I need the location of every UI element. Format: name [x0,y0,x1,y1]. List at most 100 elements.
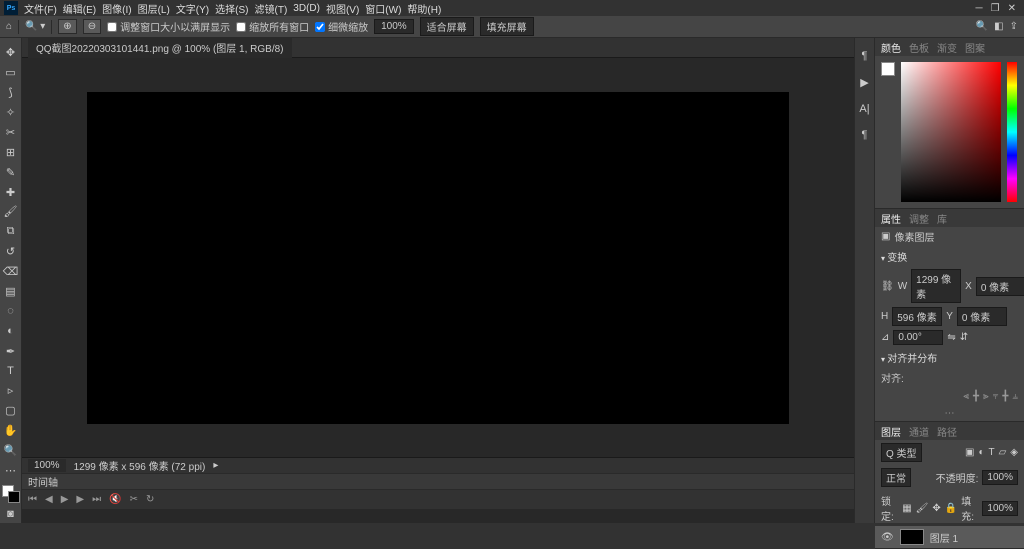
home-button[interactable]: ⌂ [6,21,12,32]
dodge-tool[interactable]: ◐ [2,322,20,340]
status-arrow-icon[interactable]: ▸ [213,460,218,471]
gradient-tool[interactable]: ▤ [2,283,20,301]
frame-tool[interactable]: ⊞ [2,143,20,161]
close-button[interactable]: ✕ [1008,3,1016,14]
canvas[interactable] [87,92,789,424]
adjust-tab[interactable]: 调整 [909,211,929,226]
color-swatches[interactable] [2,485,20,503]
search-icon[interactable]: 🔍 [976,21,988,32]
tl-last-icon[interactable]: ⏭ [92,494,101,505]
lock-all-icon[interactable]: 🔒 [945,503,957,514]
align-bottom-icon[interactable]: ⫨ [1012,391,1018,402]
tl-next-icon[interactable]: ▶ [76,494,84,505]
dock-char-icon[interactable]: A| [859,103,869,115]
tl-convert-icon[interactable]: ↻ [146,494,154,505]
lock-trans-icon[interactable]: ▦ [902,503,911,514]
opacity-field[interactable]: 100% [982,470,1018,485]
wand-tool[interactable]: ✧ [2,104,20,122]
tl-audio-icon[interactable]: 🔇 [109,494,121,505]
zoom-100-button[interactable]: 100% [374,19,414,34]
y-field[interactable]: 0 像素 [957,307,1007,326]
flip-h-icon[interactable]: ⇋ [947,332,955,343]
paths-tab[interactable]: 路径 [937,424,957,439]
align-header[interactable]: 对齐并分布 [875,347,1024,368]
crop-tool[interactable]: ✂ [2,124,20,142]
zoom-tool[interactable]: 🔍 [2,442,20,460]
history-brush-tool[interactable]: ↺ [2,243,20,261]
layers-tab[interactable]: 图层 [881,424,901,439]
menu-filter[interactable]: 滤镜(T) [255,1,288,16]
align-right-icon[interactable]: ⫸ [983,391,989,402]
tl-split-icon[interactable]: ✂ [130,494,138,505]
zoom-all-checkbox[interactable] [236,22,246,32]
tl-first-icon[interactable]: ⏮ [28,494,37,505]
menu-3d[interactable]: 3D(D) [293,3,320,14]
tl-prev-icon[interactable]: ◀ [45,494,53,505]
layer-name[interactable]: 图层 1 [930,530,958,545]
restore-button[interactable]: ❐ [991,3,1000,14]
menu-type[interactable]: 文字(Y) [176,1,209,16]
align-top-icon[interactable]: ⫧ [993,391,999,402]
layer-row[interactable]: 👁 图层 1 [875,526,1024,548]
marquee-tool[interactable]: ▭ [2,64,20,82]
more-dots[interactable]: ⋯ [875,406,1024,421]
dock-play-icon[interactable]: ▶ [860,76,868,89]
edit-toolbar[interactable]: ⋯ [2,461,20,479]
flip-v-icon[interactable]: ⇵ [960,332,968,343]
width-field[interactable]: 1299 像素 [911,269,961,303]
align-vcenter-icon[interactable]: ╋ [1002,391,1008,402]
type-tool[interactable]: T [2,362,20,380]
menu-edit[interactable]: 编辑(E) [63,1,96,16]
x-field[interactable]: 0 像素 [976,277,1024,296]
heal-tool[interactable]: ✚ [2,183,20,201]
status-zoom[interactable]: 100% [28,459,66,472]
fill-screen-button[interactable]: 填充屏幕 [480,17,534,36]
share-icon[interactable]: ⇪ [1010,21,1018,32]
brush-tool[interactable]: 🖌 [2,203,20,221]
properties-tab[interactable]: 属性 [881,211,901,226]
minimize-button[interactable]: ─ [976,3,983,14]
color-tab[interactable]: 颜色 [881,40,901,55]
zoom-out-icon[interactable]: ⊖ [83,19,101,34]
filter-pixel-icon[interactable]: ▣ [965,447,974,458]
zoom-in-icon[interactable]: ⊕ [58,19,76,34]
move-tool[interactable]: ✥ [2,44,20,62]
fit-screen-button[interactable]: 适合屏幕 [420,17,474,36]
color-swatch[interactable] [881,62,895,76]
lasso-tool[interactable]: ⟆ [2,84,20,102]
menu-layer[interactable]: 图层(L) [138,1,170,16]
height-field[interactable]: 596 像素 [892,307,942,326]
align-left-icon[interactable]: ⫷ [963,391,969,402]
resize-window-checkbox[interactable] [107,22,117,32]
document-tab[interactable]: QQ截图20220303101441.png @ 100% (图层 1, RGB… [28,37,292,58]
menu-file[interactable]: 文件(F) [24,1,57,16]
angle-field[interactable]: 0.00° [893,330,943,345]
patterns-tab[interactable]: 图案 [965,40,985,55]
tl-play-icon[interactable]: ▶ [61,494,69,505]
channels-tab[interactable]: 通道 [909,424,929,439]
filter-type-select[interactable]: Q 类型 [881,443,922,462]
menu-select[interactable]: 选择(S) [215,1,248,16]
menu-image[interactable]: 图像(I) [102,1,131,16]
path-tool[interactable]: ▹ [2,382,20,400]
workspace-icon[interactable]: ◧ [994,21,1003,32]
menu-help[interactable]: 帮助(H) [407,1,441,16]
blur-tool[interactable]: ◌ [2,302,20,320]
menu-view[interactable]: 视图(V) [326,1,359,16]
scrubby-checkbox[interactable] [315,22,325,32]
fill-field[interactable]: 100% [982,501,1018,516]
shape-tool[interactable]: ▢ [2,402,20,420]
gradients-tab[interactable]: 渐变 [937,40,957,55]
blend-mode-select[interactable]: 正常 [881,468,911,487]
visibility-icon[interactable]: 👁 [881,532,894,543]
hue-strip[interactable] [1007,62,1017,202]
dock-para-icon[interactable]: ¶ [862,129,868,141]
filter-type-icon[interactable]: T [988,447,994,458]
timeline-track[interactable] [22,509,854,523]
filter-smart-icon[interactable]: ◈ [1010,447,1018,458]
swatches-tab[interactable]: 色板 [909,40,929,55]
library-tab[interactable]: 库 [937,211,947,226]
filter-shape-icon[interactable]: ▱ [999,447,1007,458]
stamp-tool[interactable]: ⧉ [2,223,20,241]
filter-adjust-icon[interactable]: ◐ [978,447,984,458]
